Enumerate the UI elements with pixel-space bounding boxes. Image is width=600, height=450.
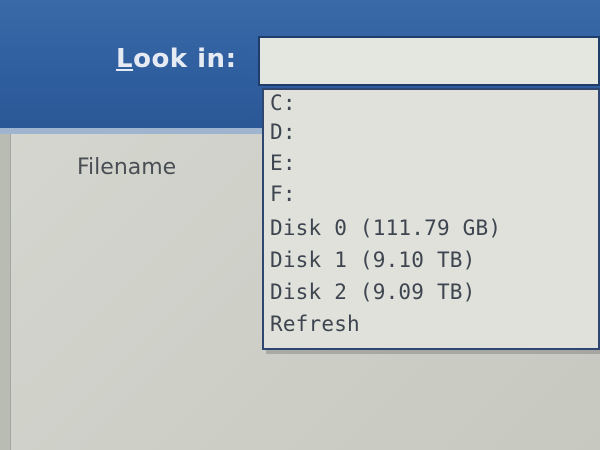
dropdown-item-drive-d[interactable]: D: <box>270 120 296 144</box>
dropdown-item-drive-e[interactable]: E: <box>270 151 296 175</box>
dropdown-item-drive-c[interactable]: C: <box>270 91 296 115</box>
look-in-label: Look in: <box>116 44 236 74</box>
dropdown-item-disk-1[interactable]: Disk 1 (9.10 TB) <box>270 248 476 272</box>
dropdown-item-disk-0[interactable]: Disk 0 (111.79 GB) <box>270 216 501 240</box>
dropdown-item-disk-2[interactable]: Disk 2 (9.09 TB) <box>270 280 476 304</box>
filename-label: Filename <box>77 155 177 180</box>
left-panel-edge <box>0 134 11 450</box>
look-in-mnemonic: L <box>116 44 134 74</box>
dropdown-item-drive-f[interactable]: F: <box>270 182 296 206</box>
look-in-dropdown-list: C: D: E: F: Disk 0 (111.79 GB) Disk 1 (9… <box>262 88 600 350</box>
look-in-combobox[interactable] <box>258 36 600 86</box>
look-in-label-text: ook in: <box>133 44 237 74</box>
dropdown-item-refresh[interactable]: Refresh <box>270 312 360 336</box>
